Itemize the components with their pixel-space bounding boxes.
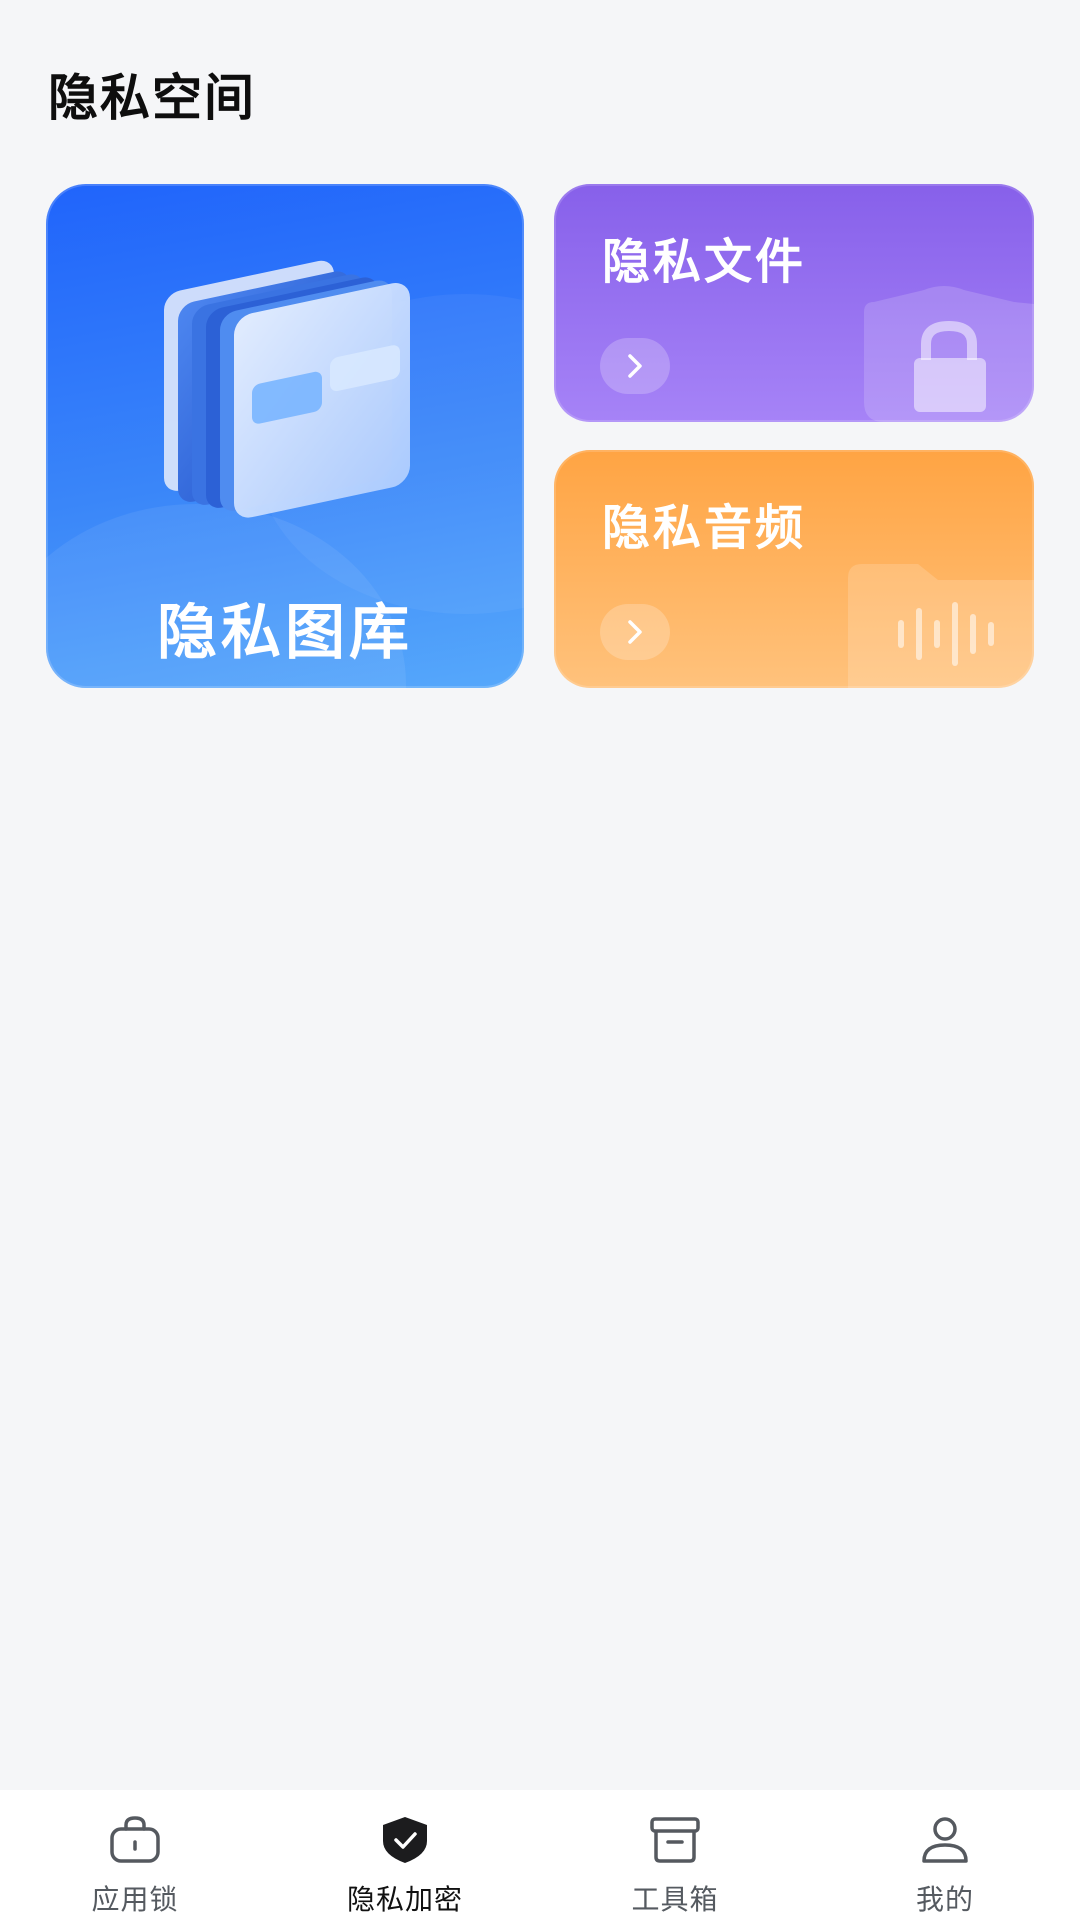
photo-stack-icon: [164, 260, 410, 518]
audio-folder-icon: [848, 564, 1034, 688]
privacy-space-screen: 隐私空间 隐私图库 隐私文件 隐私音频 应用锁 隐私加密 工具箱 我的: [0, 0, 1080, 1920]
nav-item-app-lock[interactable]: 应用锁: [0, 1790, 270, 1920]
nav-item-toolbox[interactable]: 工具箱: [540, 1790, 810, 1920]
privacy-gallery-card[interactable]: 隐私图库: [46, 184, 524, 688]
shield-check-icon: [377, 1812, 433, 1868]
chevron-right-icon: [628, 620, 642, 644]
chevron-right-icon: [628, 354, 642, 378]
nav-label: 隐私加密: [346, 1883, 463, 1916]
files-card-label: 隐私文件: [602, 234, 807, 290]
lock-bag-icon: [107, 1812, 163, 1868]
privacy-audio-card[interactable]: 隐私音频: [554, 450, 1034, 688]
page-title: 隐私空间: [48, 69, 256, 127]
nav-label: 我的: [915, 1883, 974, 1916]
nav-label: 工具箱: [631, 1883, 719, 1916]
archive-box-icon: [647, 1812, 703, 1868]
audio-open-button[interactable]: [600, 604, 670, 660]
files-open-button[interactable]: [600, 338, 670, 394]
audio-card-label: 隐私音频: [602, 500, 807, 556]
privacy-files-card[interactable]: 隐私文件: [554, 184, 1034, 422]
person-icon: [917, 1812, 973, 1868]
nav-item-privacy-encryption[interactable]: 隐私加密: [270, 1790, 540, 1920]
gallery-card-label: 隐私图库: [157, 598, 413, 668]
lock-folder-icon: [864, 286, 1034, 422]
nav-item-profile[interactable]: 我的: [810, 1790, 1080, 1920]
bottom-nav: 应用锁 隐私加密 工具箱 我的: [0, 1790, 1080, 1920]
nav-label: 应用锁: [91, 1883, 179, 1916]
